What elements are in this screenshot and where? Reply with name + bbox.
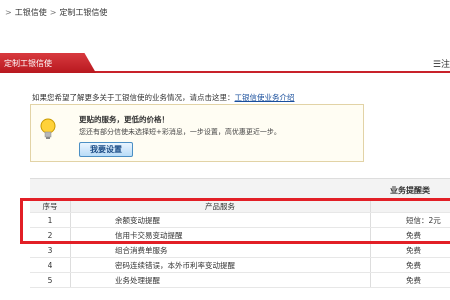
lightbulb-icon [40,118,56,139]
breadcrumb-link-icbc-messenger[interactable]: 工银信使 [15,7,47,18]
tab-custom-messenger[interactable]: 定制工银信使 [0,53,96,73]
row-service: 信用卡交易变动提醒 [115,230,183,240]
service-table: 业务提醒类 序号 产品服务 1 余额变动提醒 短信：2元 2 信用卡交易变动提醒… [30,178,450,288]
row-service: 余额变动提醒 [115,215,160,225]
breadcrumb-separator: > [5,7,12,17]
table-row[interactable]: 3 组合消费单服务 免费 [30,243,450,258]
info-text: 如果您希望了解更多关于工银信使的业务情况，请点击这里： [32,93,235,102]
tab-bar: 定制工银信使 ☰注 [0,53,450,73]
row-price: 免费 [406,245,421,255]
divider [370,243,371,257]
divider [370,200,371,212]
row-price: 免费 [406,230,421,240]
table-row[interactable]: 5 业务处理提醒 免费 [30,273,450,288]
promo-desc: 您还有部分信使未选择短+彩消息，一步设置，高优惠更近一步。 [79,128,281,136]
divider [370,273,371,287]
divider [370,213,371,227]
row-no: 4 [47,260,53,270]
table-header-row: 序号 产品服务 [30,200,450,213]
info-line: 如果您希望了解更多关于工银信使的业务情况，请点击这里：工银信使业务介绍 [32,92,295,103]
row-no: 5 [47,275,53,285]
tab-right-note[interactable]: ☰注 [433,57,450,70]
row-price: 短信：2元 [406,215,441,225]
breadcrumb: > 工银信使 > 定制工银信使 [0,0,450,24]
divider [370,228,371,242]
promo-box: 更贴的服务，更低的价格！ 您还有部分信使未选择短+彩消息，一步设置，高优惠更近一… [30,104,364,162]
row-no: 2 [47,230,53,240]
col-header-service: 产品服务 [205,201,235,211]
row-price: 免费 [406,260,421,270]
divider [70,200,71,212]
divider [70,258,71,272]
breadcrumb-separator: > [49,7,57,17]
table-row[interactable]: 4 密码连续错误，本外币利率变动提醒 免费 [30,258,450,273]
row-no: 1 [47,215,53,225]
col-header-no: 序号 [42,201,58,211]
table-section-header: 业务提醒类 [30,178,450,200]
section-title: 业务提醒类 [390,186,430,195]
promo-title: 更贴的服务，更低的价格！ [79,115,169,124]
row-service: 密码连续错误，本外币利率变动提醒 [115,260,235,270]
table-row[interactable]: 1 余额变动提醒 短信：2元 [30,213,450,228]
business-intro-link[interactable]: 工银信使业务介绍 [235,93,295,102]
row-service: 组合消费单服务 [115,245,168,255]
row-no: 3 [47,245,53,255]
divider [70,273,71,287]
setup-button[interactable]: 我要设置 [79,142,133,157]
divider [70,213,71,227]
divider [70,243,71,257]
divider [370,258,371,272]
row-service: 业务处理提醒 [115,275,160,285]
divider [70,228,71,242]
row-price: 免费 [406,275,421,285]
table-row[interactable]: 2 信用卡交易变动提醒 免费 [30,228,450,243]
breadcrumb-link-custom-messenger[interactable]: 定制工银信使 [59,7,107,18]
